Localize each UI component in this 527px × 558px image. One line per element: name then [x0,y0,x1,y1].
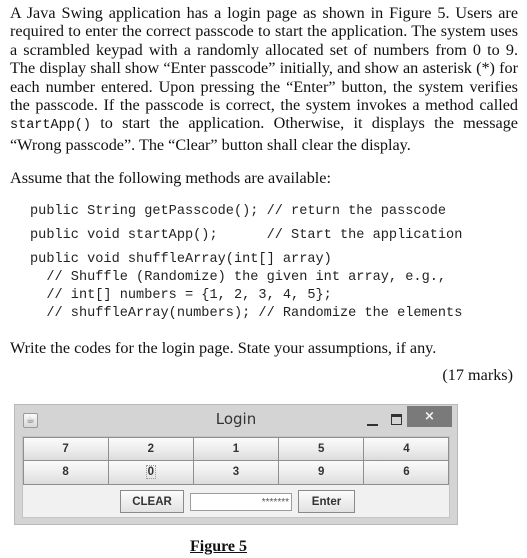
minimize-button[interactable] [366,416,380,428]
key-button[interactable]: 4 [363,436,450,461]
key-button[interactable]: 7 [22,436,109,461]
enter-button[interactable]: Enter [298,490,355,513]
close-button[interactable]: × [407,406,452,427]
key-button[interactable]: 1 [192,436,280,461]
assume-text: Assume that the following methods are av… [10,169,331,187]
inline-code-startapp: startApp() [10,118,92,134]
code-line-shufflearray: public void shuffleArray(int[] array) [30,252,332,267]
content-pane: 7 2 1 5 4 8 0 3 9 6 CLEAR ******* Enter [22,436,450,518]
code-line-startapp: public void startApp(); // Start the app… [30,228,463,243]
key-button[interactable]: 5 [278,436,365,461]
code-comment-1: // Shuffle (Randomize) the given int arr… [30,270,447,285]
paragraph-text-1: A Java Swing application has a login pag… [10,4,518,115]
code-comment-2: // int[] numbers = {1, 2, 3, 4, 5}; [30,288,332,303]
code-line-getpasscode: public String getPasscode(); // return t… [30,204,447,219]
figure-caption: Figure 5 [190,538,248,555]
clear-button[interactable]: CLEAR [120,490,184,513]
passcode-display[interactable]: ******* [190,493,292,511]
key-button[interactable]: 8 [22,460,109,485]
title-bar[interactable]: ☕ Login × [15,405,457,437]
instruction-text: Write the codes for the login page. Stat… [10,339,437,357]
login-window: ☕ Login × 7 2 1 5 4 8 0 3 9 6 CLEAR ****… [14,404,458,525]
code-comment-3: // shuffleArray(numbers); // Randomize t… [30,306,463,321]
key-button[interactable]: 2 [107,436,194,461]
key-button-focused[interactable]: 0 [107,460,194,485]
key-button[interactable]: 6 [363,460,450,485]
key-button[interactable]: 9 [278,460,365,485]
action-row: CLEAR ******* Enter [23,487,449,517]
maximize-button[interactable] [387,410,407,428]
marks-label: (17 marks) [442,366,513,384]
close-icon: × [424,409,435,424]
key-button[interactable]: 3 [192,460,280,485]
focus-ring: 0 [145,465,156,480]
keypad: 7 2 1 5 4 8 0 3 9 6 [22,436,450,485]
question-paragraph: A Java Swing application has a login pag… [10,4,518,154]
